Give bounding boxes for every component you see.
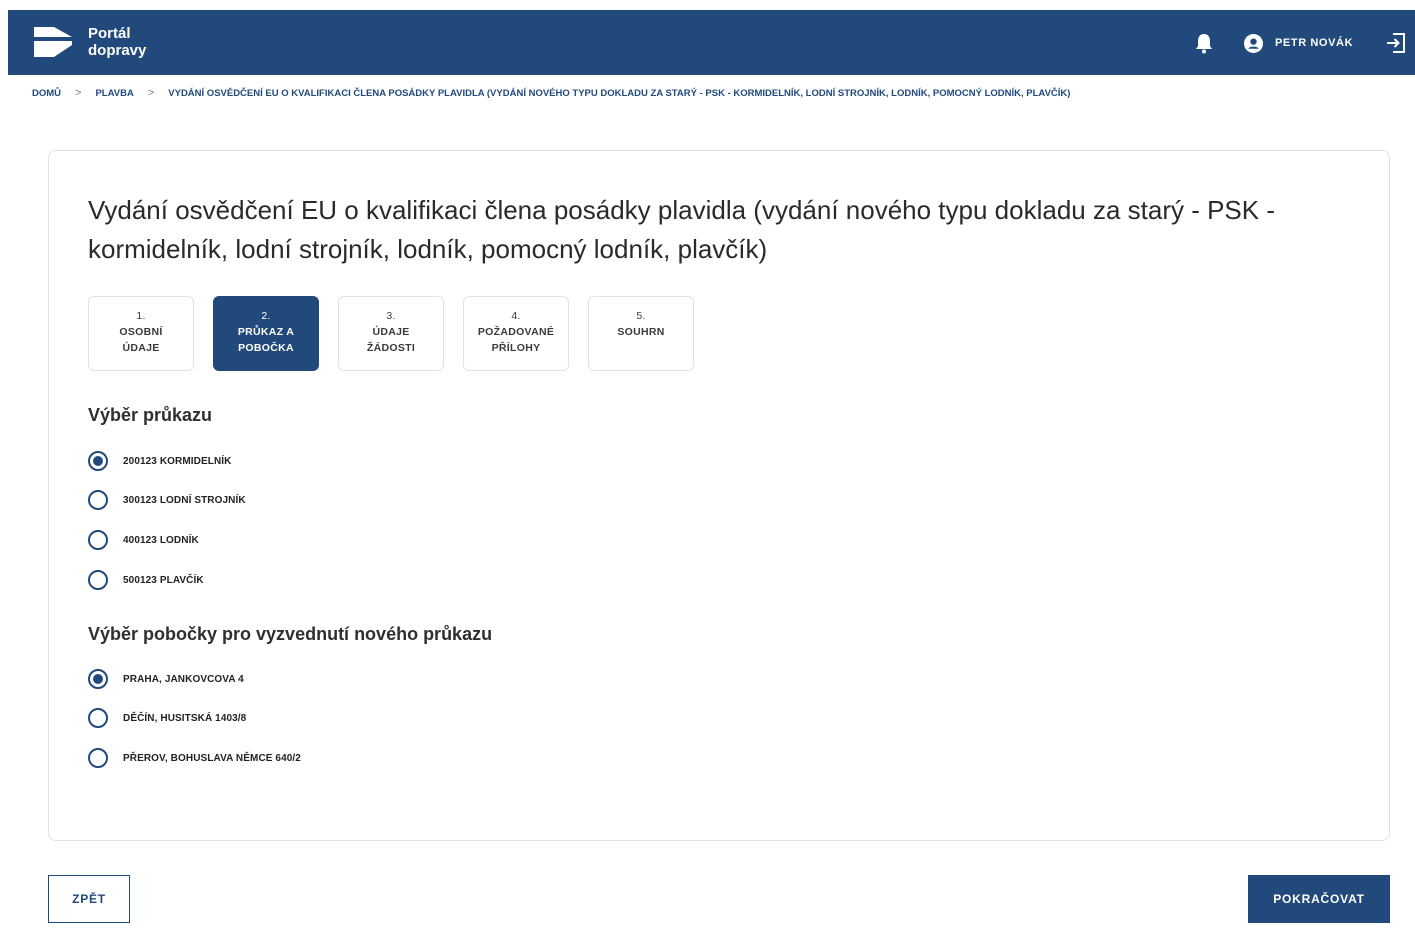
user-name: PETR NOVÁK	[1275, 37, 1354, 49]
step-label: POŽADOVANÉ	[477, 326, 555, 338]
step-label: ÚDAJE	[372, 326, 410, 338]
step-label: POBOČKA	[238, 342, 294, 354]
step-number: 1.	[136, 310, 146, 322]
radio-button[interactable]	[88, 708, 108, 728]
user-menu[interactable]: PETR NOVÁK	[1244, 33, 1353, 53]
breadcrumb-plavba[interactable]: PLAVBA	[95, 88, 133, 99]
step-number: 3.	[386, 310, 396, 322]
continue-button[interactable]: POKRAČOVAT	[1248, 875, 1390, 923]
card-option-plavcik[interactable]: 500123 PLAVČÍK	[88, 570, 204, 590]
card-option-lodni-strojnik[interactable]: 300123 LODNÍ STROJNÍK	[88, 490, 246, 510]
logout-icon[interactable]	[1385, 32, 1407, 54]
step-souhrn[interactable]: 5. SOUHRN	[588, 296, 694, 371]
radio-button[interactable]	[88, 570, 108, 590]
step-label: PRŮKAZ A	[237, 326, 295, 338]
radio-label: 500123 PLAVČÍK	[123, 574, 204, 586]
card-option-kormidelnik[interactable]: 200123 KORMIDELNÍK	[88, 451, 232, 471]
brand-line-2: dopravy	[88, 42, 147, 59]
breadcrumb-separator: >	[147, 87, 155, 99]
top-bar: Portál dopravy PETR NOVÁK	[8, 10, 1415, 75]
breadcrumb: DOMŮ > PLAVBA > VYDÁNÍ OSVĚDČENÍ EU O KV…	[32, 87, 1070, 99]
step-label: ÚDAJE	[122, 342, 160, 354]
step-label: OSOBNÍ	[119, 326, 163, 338]
breadcrumb-current: VYDÁNÍ OSVĚDČENÍ EU O KVALIFIKACI ČLENA …	[168, 87, 1071, 99]
bell-icon[interactable]	[1194, 32, 1214, 54]
step-number: 2.	[261, 310, 271, 322]
radio-label: DĚČÍN, HUSITSKÁ 1403/8	[123, 712, 247, 724]
page-title: Vydání osvědčení EU o kvalifikaci člena …	[88, 195, 1275, 264]
branch-option-praha[interactable]: PRAHA, JANKOVCOVA 4	[88, 669, 244, 689]
radio-button[interactable]	[88, 530, 108, 550]
radio-button[interactable]	[88, 748, 108, 768]
radio-button[interactable]	[88, 451, 108, 471]
brand-name[interactable]: Portál dopravy	[88, 25, 146, 59]
back-button[interactable]: ZPĚT	[48, 875, 130, 923]
logo-icon[interactable]	[32, 24, 74, 60]
step-number: 4.	[511, 310, 521, 322]
card-selection-title: Výběr průkazu	[88, 405, 213, 425]
step-osobni-udaje[interactable]: 1. OSOBNÍ ÚDAJE	[88, 296, 194, 371]
radio-label: PŘEROV, BOHUSLAVA NĚMCE 640/2	[123, 752, 301, 764]
brand-line-1: Portál	[88, 25, 131, 42]
step-label: PŘÍLOHY	[491, 342, 541, 354]
radio-button[interactable]	[88, 669, 108, 689]
stepper: 1. OSOBNÍ ÚDAJE 2. PRŮKAZ A POBOČKA 3. Ú…	[88, 296, 713, 371]
step-prukaz-a-pobocka[interactable]: 2. PRŮKAZ A POBOČKA	[213, 296, 319, 371]
form-card: Vydání osvědčení EU o kvalifikaci člena …	[48, 150, 1390, 841]
branch-selection-title: Výběr pobočky pro vyzvednutí nového průk…	[88, 624, 493, 644]
step-number: 5.	[636, 310, 646, 322]
radio-label: 300123 LODNÍ STROJNÍK	[123, 494, 246, 506]
user-avatar-icon	[1244, 33, 1263, 53]
step-udaje-zadosti[interactable]: 3. ÚDAJE ŽÁDOSTI	[338, 296, 444, 371]
step-pozadovane-prilohy[interactable]: 4. POŽADOVANÉ PŘÍLOHY	[463, 296, 569, 371]
breadcrumb-home[interactable]: DOMŮ	[32, 88, 61, 99]
radio-label: PRAHA, JANKOVCOVA 4	[123, 673, 244, 685]
branch-option-prerov[interactable]: PŘEROV, BOHUSLAVA NĚMCE 640/2	[88, 748, 301, 768]
card-option-lodnik[interactable]: 400123 LODNÍK	[88, 530, 199, 550]
step-label: SOUHRN	[617, 326, 665, 338]
step-label: ŽÁDOSTI	[366, 342, 416, 354]
breadcrumb-separator: >	[75, 87, 82, 99]
branch-option-decin[interactable]: DĚČÍN, HUSITSKÁ 1403/8	[88, 708, 246, 728]
radio-button[interactable]	[88, 490, 108, 510]
radio-label: 400123 LODNÍK	[123, 534, 199, 546]
radio-label: 200123 KORMIDELNÍK	[123, 455, 232, 467]
